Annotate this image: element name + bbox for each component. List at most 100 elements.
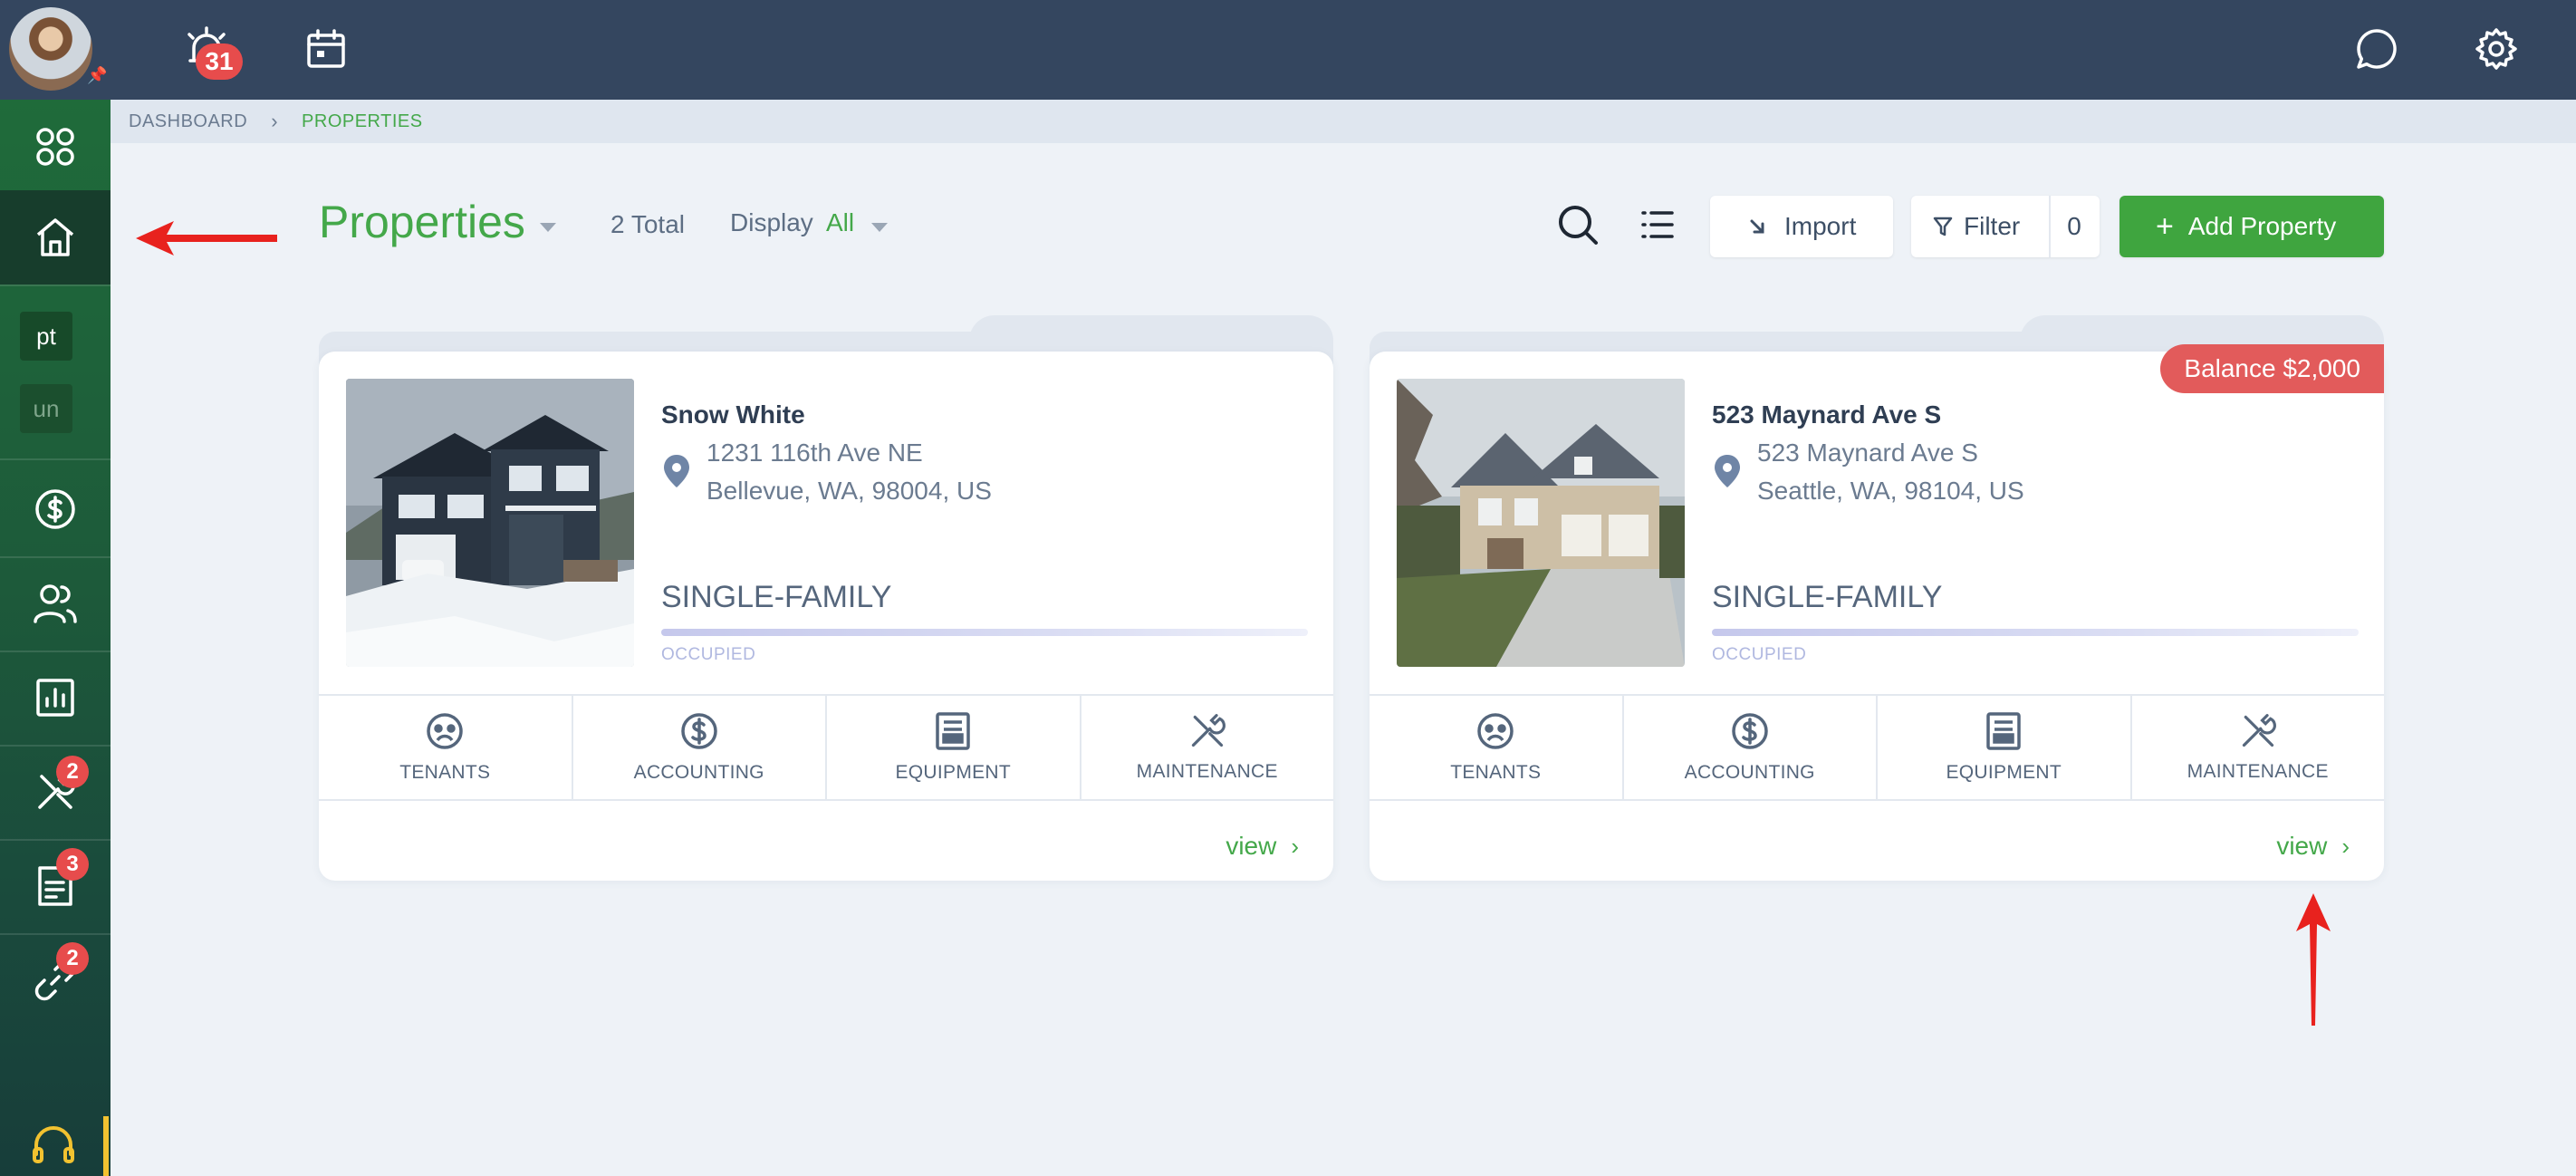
- home-icon: [36, 218, 74, 256]
- annotation-arrow-up: [2296, 893, 2331, 1026]
- property-card: 523 Maynard Ave S 523 Maynard Ave S Seat…: [1370, 344, 2384, 881]
- filter-funnel-icon: [1933, 217, 1953, 236]
- property-photo[interactable]: [346, 379, 634, 667]
- view-link[interactable]: view ›: [1226, 832, 1299, 861]
- chat-icon[interactable]: [2348, 20, 2406, 78]
- occupancy-status: OCCUPIED: [1712, 645, 1807, 664]
- chart-icon: [36, 679, 74, 717]
- tab-label: MAINTENANCE: [2187, 761, 2329, 782]
- tab-label: EQUIPMENT: [895, 762, 1012, 783]
- property-photo[interactable]: [1397, 379, 1685, 667]
- pin-icon[interactable]: 📌: [87, 65, 107, 85]
- dollar-circle-icon: [681, 713, 717, 749]
- add-property-button[interactable]: + Add Property: [2119, 196, 2384, 257]
- support-edge: [103, 1116, 109, 1176]
- tab-label: TENANTS: [399, 762, 491, 783]
- tab-tenants[interactable]: TENANTS: [319, 696, 573, 799]
- card-tab-row: TENANTS ACCOUNTING EQUIPMENT MAINTENANCE: [1370, 694, 2384, 801]
- tab-maintenance[interactable]: MAINTENANCE: [2132, 696, 2385, 799]
- add-property-label: Add Property: [2187, 212, 2337, 240]
- sidebar-chip-pt[interactable]: pt: [20, 312, 72, 361]
- property-name[interactable]: 523 Maynard Ave S: [1712, 400, 1941, 429]
- sidebar-divider: [0, 284, 111, 286]
- calendar-icon[interactable]: [297, 20, 355, 78]
- occupancy-bar: [661, 629, 1308, 636]
- list-view-icon[interactable]: [1632, 199, 1683, 250]
- breadcrumb: DASHBOARD › PROPERTIES: [111, 100, 2576, 143]
- property-type: SINGLE-FAMILY: [1712, 580, 1943, 614]
- sidebar-item-maintenance[interactable]: [0, 745, 111, 839]
- sidebar-item-documents[interactable]: [0, 839, 111, 933]
- tab-label: MAINTENANCE: [1136, 761, 1278, 782]
- documents-badge: 3: [56, 848, 89, 881]
- alarm-badge: 31: [196, 43, 243, 80]
- search-icon[interactable]: [1552, 199, 1603, 250]
- location-pin-icon: [1715, 455, 1740, 487]
- tab-accounting[interactable]: ACCOUNTING: [1624, 696, 1878, 799]
- breadcrumb-separator: ›: [271, 110, 279, 132]
- display-label: Display: [730, 208, 813, 236]
- view-label: view: [2276, 832, 2328, 860]
- sidebar-item-links[interactable]: [0, 933, 111, 1027]
- card-tab-row: TENANTS ACCOUNTING EQUIPMENT MAINTENANCE: [319, 694, 1333, 801]
- tab-tenants[interactable]: TENANTS: [1370, 696, 1624, 799]
- headset-icon: [33, 1126, 74, 1163]
- grid-icon: [36, 128, 74, 166]
- property-address-line1: 1231 116th Ave NE: [706, 439, 923, 467]
- breadcrumb-dashboard[interactable]: DASHBOARD: [129, 111, 247, 132]
- occupancy-status: OCCUPIED: [661, 645, 756, 664]
- tab-maintenance[interactable]: MAINTENANCE: [1081, 696, 1334, 799]
- filter-button[interactable]: Filter 0: [1911, 196, 2100, 257]
- tenant-face-icon: [427, 713, 463, 749]
- equipment-doc-icon: [936, 712, 970, 750]
- equipment-doc-icon: [1986, 712, 2021, 750]
- display-dropdown-icon[interactable]: [871, 223, 888, 232]
- import-label: Import: [1784, 212, 1857, 240]
- property-address-line2: Seattle, WA, 98104, US: [1757, 477, 2024, 505]
- balance-badge[interactable]: Balance $2,000: [2160, 344, 2384, 393]
- settings-gear-icon[interactable]: [2467, 20, 2525, 78]
- tenant-face-icon: [1477, 713, 1514, 749]
- top-bar: 📌 31: [0, 0, 2576, 100]
- location-pin-icon: [664, 455, 689, 487]
- sidebar-item-properties[interactable]: [0, 190, 111, 284]
- tab-accounting[interactable]: ACCOUNTING: [573, 696, 827, 799]
- tools-icon: [2242, 714, 2276, 747]
- plus-icon: +: [2156, 209, 2174, 244]
- maintenance-badge: 2: [56, 756, 89, 788]
- sidebar-item-dashboard[interactable]: [0, 100, 111, 194]
- property-address-line2: Bellevue, WA, 98004, US: [706, 477, 992, 505]
- sidebar-item-people[interactable]: [0, 556, 111, 651]
- tab-label: ACCOUNTING: [1684, 762, 1815, 783]
- dollar-circle-icon: [35, 489, 75, 529]
- filter-label: Filter: [1964, 212, 2021, 240]
- sidebar-item-reports[interactable]: [0, 651, 111, 745]
- property-type: SINGLE-FAMILY: [661, 580, 892, 614]
- sidebar: pt un 2 3 2: [0, 100, 111, 1176]
- tab-equipment[interactable]: EQUIPMENT: [827, 696, 1081, 799]
- support-button[interactable]: [0, 1111, 107, 1176]
- tools-icon: [1191, 714, 1226, 747]
- tab-label: TENANTS: [1450, 762, 1542, 783]
- import-button[interactable]: Import: [1710, 196, 1893, 257]
- tab-label: EQUIPMENT: [1946, 762, 2062, 783]
- tab-equipment[interactable]: EQUIPMENT: [1878, 696, 2132, 799]
- view-label: view: [1226, 832, 1277, 860]
- users-icon: [34, 584, 77, 623]
- annotation-arrow-left: [136, 221, 277, 255]
- title-dropdown-icon[interactable]: [540, 223, 556, 232]
- total-count: 2 Total: [610, 210, 685, 238]
- sidebar-chip-un[interactable]: un: [20, 384, 72, 433]
- tab-label: ACCOUNTING: [633, 762, 764, 783]
- sidebar-item-accounting[interactable]: [0, 462, 111, 556]
- import-arrow-icon: [1750, 219, 1764, 234]
- property-address-line1: 523 Maynard Ave S: [1757, 439, 1978, 467]
- user-avatar[interactable]: [9, 7, 92, 91]
- page-title[interactable]: Properties: [319, 196, 525, 248]
- property-name[interactable]: Snow White: [661, 400, 805, 429]
- dollar-circle-icon: [1732, 713, 1768, 749]
- chevron-right-icon: ›: [2341, 832, 2350, 860]
- display-filter-select[interactable]: All: [826, 208, 854, 237]
- view-link[interactable]: view ›: [2276, 832, 2350, 861]
- occupancy-bar: [1712, 629, 2359, 636]
